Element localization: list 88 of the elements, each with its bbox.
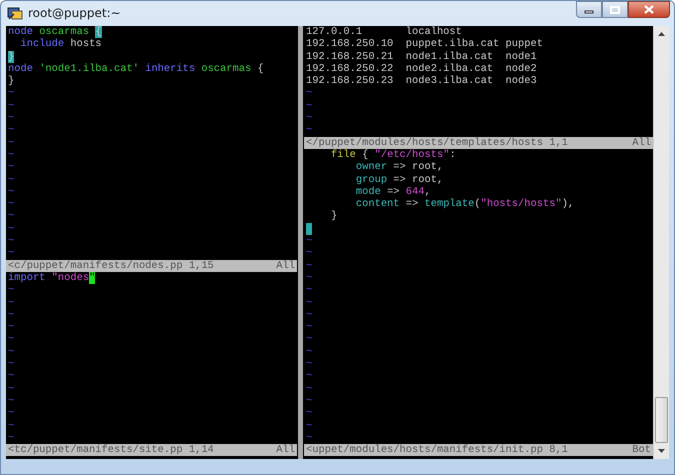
empty-line-marker: ~ <box>8 394 14 407</box>
code-line: content => template("hosts/hosts"), <box>354 198 574 210</box>
file-path: <uppet/modules/hosts/manifests/init.pp <box>306 444 543 456</box>
close-icon <box>644 5 654 14</box>
code-line: 192.168.250.22 node2.ilba.cat node2 <box>306 62 537 75</box>
empty-line-marker: ~ <box>306 296 312 309</box>
scrollbar-thumb[interactable] <box>655 397 668 443</box>
empty-line-marker: ~ <box>8 112 14 124</box>
code-line: owner => root, <box>354 161 444 174</box>
empty-line-marker: ~ <box>8 432 14 444</box>
empty-line-marker: ~ <box>306 370 312 382</box>
code-line: import "nodes" <box>8 272 96 284</box>
close-button[interactable] <box>628 1 670 18</box>
empty-line-marker: ~ <box>8 382 14 395</box>
scroll-position: Bot <box>632 444 651 456</box>
empty-line-marker: ~ <box>306 100 312 112</box>
empty-line-marker: ~ <box>8 346 14 358</box>
file-path: <tc/puppet/manifests/site.pp <box>8 444 183 456</box>
scroll-position: All <box>276 444 295 456</box>
cursor-position: 1,14 <box>188 444 214 456</box>
empty-line-marker: ~ <box>8 308 14 321</box>
empty-line-marker: ~ <box>8 198 14 210</box>
cursor-position: 8,1 <box>549 444 568 456</box>
empty-line-marker: ~ <box>8 161 14 174</box>
code-line: node 'node1.ilba.cat' inherits oscarmas { <box>8 62 264 75</box>
empty-line-marker: ~ <box>8 358 14 370</box>
window-title: root@puppet:~ <box>28 6 122 20</box>
empty-line-marker: ~ <box>306 284 312 296</box>
code-line: mode => 644, <box>354 186 431 198</box>
cursor-position: 1,1 <box>549 136 568 149</box>
empty-line-marker: ~ <box>8 124 14 136</box>
code-line: 192.168.250.21 node1.ilba.cat node1 <box>306 50 537 63</box>
scrollbar[interactable] <box>653 26 669 459</box>
empty-line-marker: ~ <box>8 284 14 296</box>
empty-line-marker: ~ <box>306 432 312 444</box>
empty-line-marker: ~ <box>8 370 14 382</box>
empty-line-marker: ~ <box>8 247 14 260</box>
scroll-down-icon[interactable] <box>658 449 665 453</box>
empty-line-marker: ~ <box>306 346 312 358</box>
empty-line-marker: ~ <box>306 394 312 407</box>
code-line: } <box>8 75 14 88</box>
code-line: node oscarmas { <box>8 26 102 38</box>
file-path: </puppet/modules/hosts/templates/hosts <box>306 136 543 149</box>
empty-line-marker: ~ <box>8 87 14 100</box>
empty-line-marker: ~ <box>306 407 312 420</box>
minimize-button[interactable] <box>576 1 602 18</box>
empty-line-marker: ~ <box>306 87 312 100</box>
empty-line-marker: ~ <box>306 382 312 395</box>
scroll-position: All <box>276 260 295 272</box>
code-line: } <box>330 210 338 222</box>
empty-line-marker: ~ <box>8 407 14 420</box>
maximize-button[interactable] <box>602 1 628 18</box>
code-line: 127.0.0.1 localhost <box>306 26 462 38</box>
empty-line-marker: ~ <box>8 100 14 112</box>
empty-line-marker: ~ <box>306 247 312 260</box>
empty-line-marker: ~ <box>306 124 312 136</box>
empty-line-marker: ~ <box>306 308 312 321</box>
empty-line-marker: ~ <box>8 333 14 346</box>
empty-line-marker: ~ <box>306 235 312 248</box>
empty-line-marker: ~ <box>306 333 312 346</box>
empty-line-marker: ~ <box>8 186 14 198</box>
scroll-position: All <box>632 136 651 149</box>
empty-line-marker: ~ <box>8 210 14 222</box>
empty-line-marker: ~ <box>8 235 14 248</box>
empty-line-marker: ~ <box>8 222 14 235</box>
empty-line-marker: ~ <box>306 358 312 370</box>
empty-line-marker: ~ <box>8 321 14 334</box>
empty-line-marker: ~ <box>306 321 312 334</box>
cursor-position: 1,15 <box>188 260 214 272</box>
empty-line-marker: ~ <box>8 296 14 309</box>
code-line: 192.168.250.10 puppet.ilba.cat puppet <box>306 38 543 50</box>
empty-line-marker: ~ <box>306 272 312 284</box>
terminal-app-icon <box>7 5 23 21</box>
code-line: 192.168.250.23 node3.ilba.cat node3 <box>306 75 537 88</box>
text-cursor <box>306 222 312 235</box>
empty-line-marker: ~ <box>8 136 14 149</box>
empty-line-marker: ~ <box>8 148 14 161</box>
scroll-up-icon[interactable] <box>658 32 665 36</box>
code-line: group => root, <box>354 174 444 186</box>
code-line: file { "/etc/hosts": <box>330 148 456 161</box>
empty-line-marker: ~ <box>306 260 312 272</box>
code-line: include hosts <box>19 38 102 50</box>
empty-line-marker: ~ <box>306 112 312 124</box>
empty-line-marker: ~ <box>8 174 14 186</box>
file-path: <c/puppet/manifests/nodes.pp <box>8 260 183 272</box>
empty-line-marker: ~ <box>306 420 312 432</box>
empty-line-marker: ~ <box>8 420 14 432</box>
maximize-icon <box>610 6 620 14</box>
